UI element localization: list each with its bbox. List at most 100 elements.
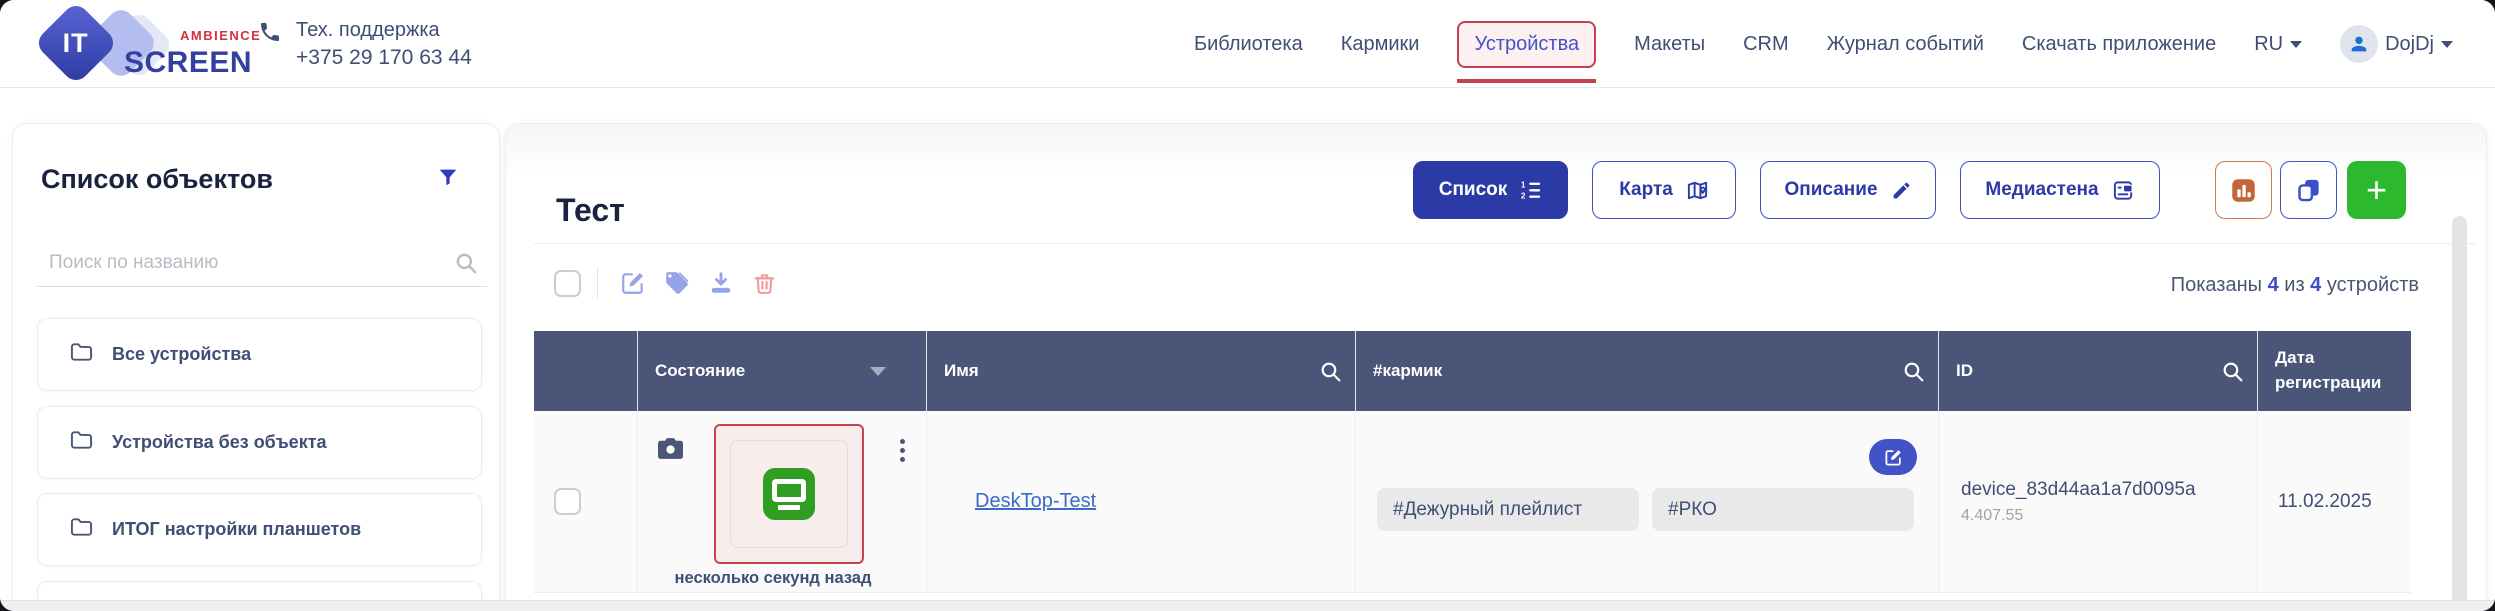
chevron-down-icon xyxy=(2441,40,2453,48)
header-select-column xyxy=(534,331,638,411)
username: DojDj xyxy=(2385,32,2434,55)
search-icon[interactable] xyxy=(1318,359,1343,384)
map-icon xyxy=(1687,181,1707,199)
device-status-preview[interactable] xyxy=(714,424,864,564)
search-input[interactable] xyxy=(37,242,487,287)
results-count-total: 4 xyxy=(2310,274,2322,296)
nav-event-log[interactable]: Журнал событий xyxy=(1827,33,1984,56)
user-menu[interactable]: DojDj xyxy=(2340,25,2453,63)
row-menu-icon[interactable] xyxy=(898,437,907,464)
media-wall-button[interactable]: Медиастена xyxy=(1960,161,2160,219)
column-label: #кармик xyxy=(1373,361,1443,380)
device-id: device_83d44aa1a7d0095a xyxy=(1961,478,2196,500)
stats-button[interactable] xyxy=(2215,161,2272,219)
map-view-button[interactable]: Карта xyxy=(1592,161,1736,219)
nav-layouts[interactable]: Макеты xyxy=(1634,33,1705,56)
bulk-actions-toolbar xyxy=(554,267,795,299)
language-value: RU xyxy=(2254,32,2284,55)
button-label: Список xyxy=(1438,179,1508,200)
page-title: Тест xyxy=(556,192,625,229)
edit-icon xyxy=(1885,449,1901,465)
filter-funnel-icon[interactable] xyxy=(437,166,459,193)
device-thumbnail xyxy=(730,440,848,548)
view-buttons-row: Список 12 Карта Описание Медиастена + xyxy=(1413,161,2406,219)
edit-tags-button[interactable] xyxy=(1869,439,1917,475)
folder-icon xyxy=(70,430,93,455)
copy-icon xyxy=(2298,179,2319,201)
row-date-cell: 11.02.2025 xyxy=(2258,411,2411,593)
column-label: Дата регистрации xyxy=(2275,348,2382,392)
nav-devices[interactable]: Устройства xyxy=(1457,20,1597,83)
button-label: Карта xyxy=(1619,179,1673,200)
tag-icon[interactable] xyxy=(664,270,690,296)
results-count-suffix: устройств xyxy=(2326,274,2419,296)
last-seen-text: несколько секунд назад xyxy=(674,569,872,587)
chevron-down-icon xyxy=(2290,40,2303,48)
sidebar-title: Список объектов xyxy=(41,164,273,194)
nav-karmiki[interactable]: Кармики xyxy=(1341,33,1420,56)
language-selector[interactable]: RU xyxy=(2254,32,2303,56)
logo-diamond-front: IT xyxy=(33,0,119,86)
row-checkbox[interactable] xyxy=(554,488,581,515)
button-label: Описание xyxy=(1784,179,1878,200)
header-registration-date-column: Дата регистрации xyxy=(2258,331,2411,411)
app-window: IT SCREEN AMBIENCE Тех. поддержка +375 2… xyxy=(0,0,2495,611)
avatar xyxy=(2340,25,2379,63)
sidebar-item-label: Все устройства xyxy=(112,344,252,364)
results-count: Показаны 4 из 4 устройств xyxy=(2171,274,2419,297)
itscreen-logo: IT SCREEN AMBIENCE xyxy=(28,0,268,86)
list-view-button[interactable]: Список 12 xyxy=(1413,161,1568,219)
select-all-checkbox[interactable] xyxy=(554,269,581,297)
nav-crm[interactable]: CRM xyxy=(1743,33,1789,56)
content-area: Список объектов Все устройства Устройств… xyxy=(0,88,2495,611)
sidebar-item-itog-tablets[interactable]: ИТОГ настройки планшетов xyxy=(37,493,482,566)
sort-down-icon[interactable] xyxy=(870,366,886,376)
add-device-button[interactable]: + xyxy=(2347,161,2406,219)
search-icon[interactable] xyxy=(1901,359,1926,384)
sidebar-item-label: ИТОГ настройки планшетов xyxy=(112,519,362,539)
svg-text:1: 1 xyxy=(1521,180,1526,189)
header-status-column[interactable]: Состояние xyxy=(638,331,927,411)
camera-icon[interactable] xyxy=(658,438,683,464)
sidebar-item-all-devices[interactable]: Все устройства xyxy=(37,318,482,391)
folder-icon xyxy=(70,517,93,542)
download-icon[interactable] xyxy=(708,270,734,296)
section-divider xyxy=(534,243,2476,244)
row-name-cell: DeskTop-Test xyxy=(927,411,1356,593)
nav-library[interactable]: Библиотека xyxy=(1194,33,1303,56)
search-icon xyxy=(453,250,479,281)
edit-icon[interactable] xyxy=(620,270,646,296)
description-button[interactable]: Описание xyxy=(1760,161,1936,219)
header-name-column[interactable]: Имя xyxy=(927,331,1356,411)
app-header: IT SCREEN AMBIENCE Тех. поддержка +375 2… xyxy=(0,0,2495,88)
header-id-column[interactable]: ID xyxy=(1939,331,2258,411)
toolbar-divider xyxy=(597,268,598,298)
column-label: ID xyxy=(1956,361,1973,380)
pencil-icon xyxy=(1893,182,1909,198)
copy-button[interactable] xyxy=(2280,161,2337,219)
row-id-cell: device_83d44aa1a7d0095a 4.407.55 xyxy=(1939,411,2258,593)
logo-it-text: IT xyxy=(63,27,89,58)
button-label: Медиастена xyxy=(1985,179,2099,200)
row-karmik-cell: #Дежурный плейлист #РКО xyxy=(1356,411,1939,593)
vertical-scrollbar[interactable] xyxy=(2452,216,2467,611)
support-phone: +375 29 170 63 44 xyxy=(296,45,472,69)
search-icon[interactable] xyxy=(2220,359,2245,384)
tech-support-block: Тех. поддержка +375 29 170 63 44 xyxy=(258,0,472,88)
devices-table: Состояние Имя #кармик ID Дата регистраци… xyxy=(534,331,2411,593)
device-version: 4.407.55 xyxy=(1961,506,2024,524)
person-icon xyxy=(2351,36,2367,52)
bar-chart-icon xyxy=(2232,178,2255,202)
device-name-link[interactable]: DeskTop-Test xyxy=(975,490,1096,513)
results-count-prefix: Показаны xyxy=(2170,274,2263,296)
results-count-shown: 4 xyxy=(2267,274,2279,296)
sidebar-item-devices-without-object[interactable]: Устройства без объекта xyxy=(37,406,482,479)
nav-download-app[interactable]: Скачать приложение xyxy=(2022,33,2216,56)
header-karmik-column[interactable]: #кармик xyxy=(1356,331,1939,411)
logo-ambience-text: AMBIENCE xyxy=(180,28,262,43)
media-wall-icon xyxy=(2113,180,2133,200)
delete-icon[interactable] xyxy=(752,271,777,296)
table-row: несколько секунд назад DeskTop-Test #Деж… xyxy=(534,411,2411,593)
sidebar-search xyxy=(37,242,487,287)
sidebar-header: Список объектов xyxy=(41,164,459,195)
